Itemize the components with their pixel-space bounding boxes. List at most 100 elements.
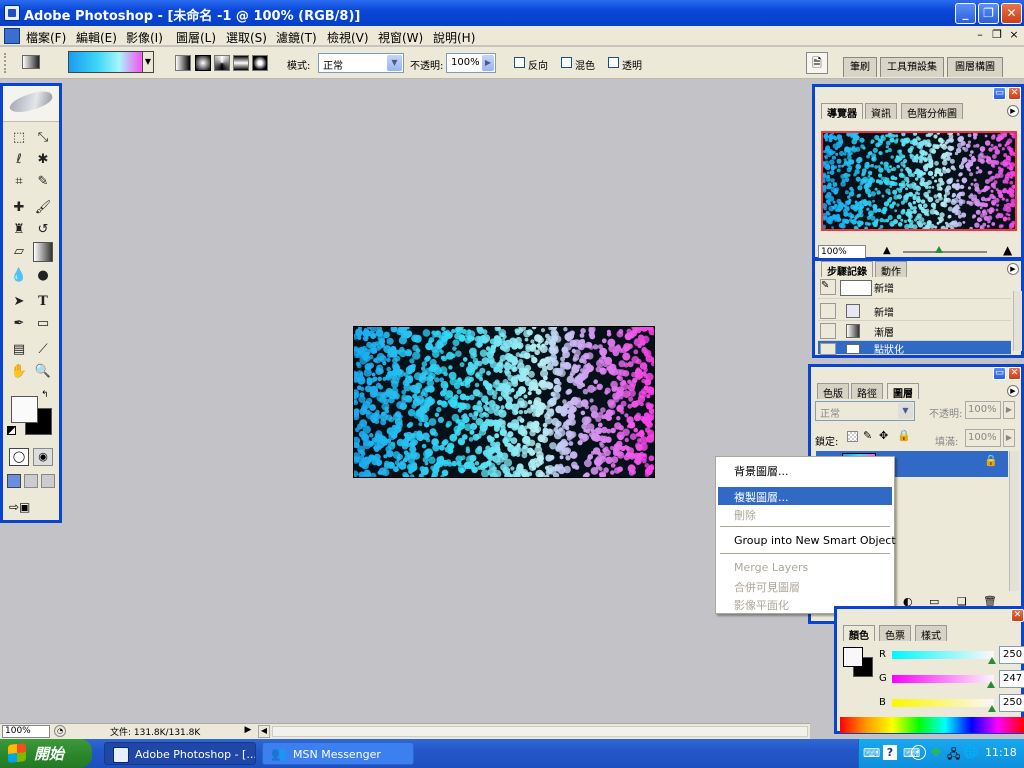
swap-colors-icon[interactable]: ↰: [41, 390, 49, 400]
toolbox-header[interactable]: [3, 86, 59, 122]
history-step-active[interactable]: 點狀化: [818, 341, 1011, 356]
panel-menu-icon[interactable]: ▶: [1007, 105, 1019, 117]
zoom-in-icon[interactable]: ▲: [1003, 243, 1012, 257]
tool-preset-picker[interactable]: [22, 55, 40, 69]
menu-image[interactable]: 影像(I): [126, 29, 163, 46]
move-icon[interactable]: ⤡: [33, 128, 53, 148]
eyedropper-icon[interactable]: ⟋: [33, 340, 53, 360]
tab-info[interactable]: 資訊: [865, 103, 897, 120]
zoom-icon[interactable]: 🔍: [33, 362, 53, 382]
network-icon[interactable]: 🖧: [947, 745, 960, 766]
start-button[interactable]: 開始: [0, 739, 92, 768]
tray-expand-icon[interactable]: ‹: [911, 745, 926, 760]
lock-pixels-icon[interactable]: ✎: [863, 429, 872, 442]
default-colors-icon[interactable]: [7, 426, 16, 435]
clone-stamp-icon[interactable]: ♜: [9, 220, 29, 240]
history-scrollbar[interactable]: [1013, 291, 1022, 351]
r-slider[interactable]: [892, 651, 994, 659]
zoom-out-icon[interactable]: ▲: [883, 245, 891, 256]
doc-restore-button[interactable]: ❐: [989, 28, 1005, 43]
shape-icon[interactable]: ▭: [33, 314, 53, 334]
eraser-icon[interactable]: ▱: [9, 242, 29, 262]
crop-icon[interactable]: ⌗: [9, 172, 29, 192]
keyboard-icon[interactable]: ⌨: [863, 746, 880, 760]
photoshop-app-icon[interactable]: [4, 5, 20, 21]
globe-icon[interactable]: 🌐: [963, 745, 978, 759]
chevron-right-icon[interactable]: ▶: [1003, 429, 1015, 447]
status-zoom-field[interactable]: 100%: [2, 725, 50, 738]
panel-close-icon[interactable]: ✕: [1008, 87, 1021, 100]
b-slider-thumb[interactable]: [987, 705, 996, 712]
msn-tray-icon[interactable]: ✤: [931, 745, 941, 759]
chevron-right-icon[interactable]: ▶: [482, 55, 494, 71]
zoom-slider-thumb[interactable]: [935, 246, 943, 253]
tab-actions[interactable]: 動作: [875, 261, 907, 278]
doc-minimize-button[interactable]: –: [972, 28, 988, 43]
g-value-field[interactable]: 247: [999, 670, 1024, 688]
history-brush-icon[interactable]: ↺: [33, 220, 53, 240]
b-slider[interactable]: [892, 699, 994, 707]
tab-layers[interactable]: 圖層: [887, 383, 919, 400]
history-snapshot[interactable]: ✎ 新增: [818, 277, 1011, 299]
tab-color[interactable]: 顏色: [843, 625, 875, 642]
lasso-icon[interactable]: ℓ: [9, 150, 29, 170]
r-value-field[interactable]: 250: [999, 646, 1024, 664]
chevron-right-icon[interactable]: ▶: [1003, 401, 1015, 419]
document-icon[interactable]: [4, 28, 20, 44]
linear-gradient-button[interactable]: [175, 55, 191, 71]
radial-gradient-button[interactable]: [195, 55, 211, 71]
panel-minimize-icon[interactable]: ▭: [993, 87, 1006, 100]
menu-filter[interactable]: 濾鏡(T): [276, 29, 317, 46]
b-value-field[interactable]: 250: [999, 694, 1024, 712]
tab-history[interactable]: 步驟記錄: [821, 261, 873, 278]
history-step-checkbox[interactable]: [820, 323, 836, 339]
menu-item-duplicate-layer[interactable]: 複製圖層...: [718, 487, 892, 505]
menu-view[interactable]: 檢視(V): [327, 29, 369, 46]
tab-styles[interactable]: 樣式: [915, 625, 947, 642]
tab-histogram[interactable]: 色階分佈圖: [901, 103, 963, 120]
history-step[interactable]: 漸層: [818, 321, 1011, 341]
zoom-slider[interactable]: [903, 251, 987, 253]
standard-mode-icon[interactable]: ◯: [9, 448, 29, 466]
horizontal-scrollbar[interactable]: [272, 726, 808, 737]
notes-icon[interactable]: ▤: [9, 340, 29, 360]
magic-wand-icon[interactable]: ✱: [33, 150, 53, 170]
path-select-icon[interactable]: ➤: [9, 292, 29, 312]
marquee-icon[interactable]: ⬚: [9, 128, 29, 148]
r-slider-thumb[interactable]: [987, 657, 996, 664]
well-tab-brushes[interactable]: 筆刷: [843, 57, 877, 77]
screen-mode-full-icon[interactable]: [41, 474, 55, 488]
lock-position-icon[interactable]: ✥: [879, 429, 888, 442]
fill-field[interactable]: 100%: [965, 429, 1001, 447]
panel-close-icon[interactable]: ✕: [1011, 609, 1024, 622]
screen-mode-standard-icon[interactable]: [7, 474, 21, 488]
options-grip[interactable]: [4, 53, 8, 73]
blur-icon[interactable]: 💧: [9, 266, 29, 286]
navigator-thumbnail[interactable]: [821, 131, 1017, 231]
status-info-icon[interactable]: ◔: [54, 725, 66, 737]
menu-layer[interactable]: 圖層(L): [176, 29, 216, 46]
close-button[interactable]: ✕: [1001, 3, 1022, 24]
tab-swatches[interactable]: 色票: [879, 625, 911, 642]
dither-checkbox[interactable]: [561, 57, 572, 68]
color-spectrum-bar[interactable]: [840, 717, 1024, 733]
reverse-checkbox[interactable]: [514, 57, 525, 68]
menu-select[interactable]: 選取(S): [226, 29, 267, 46]
panel-menu-icon[interactable]: ▶: [1007, 385, 1019, 397]
restore-button[interactable]: ❐: [978, 3, 999, 24]
brush-icon[interactable]: 🖌: [33, 198, 53, 218]
color-fg-swatch[interactable]: [843, 647, 863, 667]
well-tab-layer-comps[interactable]: 圖層構圖: [947, 57, 1003, 77]
g-slider-thumb[interactable]: [986, 681, 995, 688]
gradient-picker-dropdown-icon[interactable]: ▼: [142, 51, 154, 73]
tab-paths[interactable]: 路徑: [851, 383, 883, 400]
layers-scrollbar[interactable]: [1009, 451, 1019, 591]
history-step-checkbox[interactable]: [820, 303, 836, 319]
diamond-gradient-button[interactable]: [252, 55, 268, 71]
tab-channels[interactable]: 色版: [817, 383, 849, 400]
history-brush-source-icon[interactable]: ✎: [820, 279, 836, 295]
blend-mode-select[interactable]: 正常 ▼: [815, 401, 915, 421]
layer-opacity-field[interactable]: 100%: [965, 401, 1001, 419]
pen-icon[interactable]: ✒: [9, 314, 29, 334]
angle-gradient-button[interactable]: [214, 55, 230, 71]
